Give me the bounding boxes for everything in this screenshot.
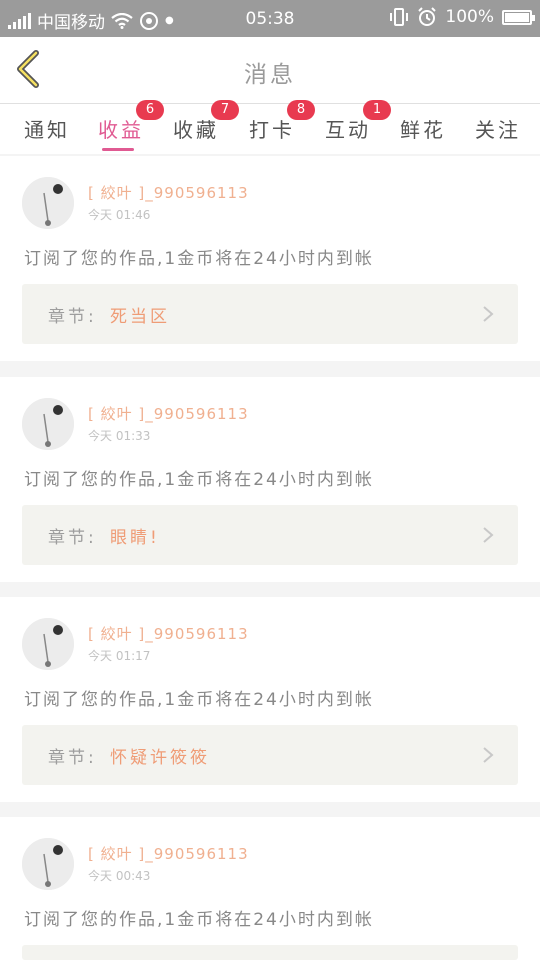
status-right: 100% [389,7,535,27]
avatar[interactable] [22,838,74,890]
username-link[interactable]: [ 絞叶 ]_990596113 [88,403,249,424]
tab-label: 收益 [98,118,144,142]
chapter-link[interactable]: 章节: 死当区 [22,284,518,344]
alarm-icon [418,7,437,26]
message-card[interactable]: [ 絞叶 ]_990596113 今天 01:46 订阅了您的作品,1金币将在2… [0,156,540,361]
chapter-label: 章节: [48,307,97,327]
avatar-image [22,177,74,229]
tab-label: 鲜花 [400,118,446,142]
message-text: 订阅了您的作品,1金币将在24小时内到帐 [24,470,374,490]
vibrate-icon [390,8,409,26]
avatar[interactable] [22,618,74,670]
tab-label: 关注 [475,118,521,142]
message-text: 订阅了您的作品,1金币将在24小时内到帐 [24,690,374,710]
chapter-label: 章节: [48,748,97,768]
page-title: 消息 [244,62,296,88]
tab-favorites[interactable]: 收藏 7 [173,100,239,143]
message-time: 今天 01:46 [88,208,151,222]
status-bar: 中国移动 ● 05:38 100% [0,0,540,37]
chapter-link[interactable]: 章节: 眼睛! [22,505,518,565]
tab-earnings[interactable]: 收益 6 [98,100,164,151]
message-time: 今天 01:33 [88,429,151,443]
chapter-title: 怀疑许筱筱 [110,748,210,768]
battery-icon [502,9,535,25]
tab-follow[interactable]: 关注 [475,114,521,143]
favorites-count-badge: 7 [211,100,239,120]
category-tabs: 通知 收益 6 收藏 7 打卡 8 互动 1 鲜花 关注 [0,100,540,154]
tab-label: 打卡 [249,118,295,142]
message-text: 订阅了您的作品,1金币将在24小时内到帐 [24,249,374,269]
chapter-link[interactable]: 章节: 怀疑许筱筱 [22,725,518,785]
interaction-count-badge: 1 [363,100,391,120]
avatar-image [22,838,74,890]
earnings-count-badge: 6 [136,100,164,120]
message-card[interactable]: [ 絞叶 ]_990596113 今天 01:17 订阅了您的作品,1金币将在2… [0,597,540,802]
battery-percent: 100% [445,7,494,27]
avatar[interactable] [22,398,74,450]
message-card[interactable]: [ 絞叶 ]_990596113 今天 01:33 订阅了您的作品,1金币将在2… [0,377,540,582]
tab-checkin[interactable]: 打卡 8 [249,100,315,143]
app-header: 消息 [0,37,540,104]
username-link[interactable]: [ 絞叶 ]_990596113 [88,623,249,644]
username-link[interactable]: [ 絞叶 ]_990596113 [88,843,249,864]
tab-label: 通知 [24,118,70,142]
avatar-image [22,398,74,450]
chevron-right-icon [483,747,494,763]
username-link[interactable]: [ 絞叶 ]_990596113 [88,182,249,203]
message-card[interactable]: [ 絞叶 ]_990596113 今天 00:43 订阅了您的作品,1金币将在2… [0,817,540,960]
chapter-title: 死当区 [110,307,170,327]
chapter-link[interactable] [22,945,518,960]
checkin-count-badge: 8 [287,100,315,120]
chapter-label: 章节: [48,528,97,548]
tab-notifications[interactable]: 通知 [24,114,70,143]
avatar[interactable] [22,177,74,229]
tab-label: 互动 [325,118,371,142]
chapter-title: 眼睛! [110,528,160,548]
message-time: 今天 01:17 [88,649,151,663]
avatar-image [22,618,74,670]
message-time: 今天 00:43 [88,869,151,883]
message-text: 订阅了您的作品,1金币将在24小时内到帐 [24,910,374,930]
chevron-right-icon [483,306,494,322]
tab-interaction[interactable]: 互动 1 [325,100,391,143]
tab-label: 收藏 [173,118,219,142]
chevron-right-icon [483,527,494,543]
tab-flowers[interactable]: 鲜花 [400,114,446,143]
active-tab-indicator [102,148,134,151]
